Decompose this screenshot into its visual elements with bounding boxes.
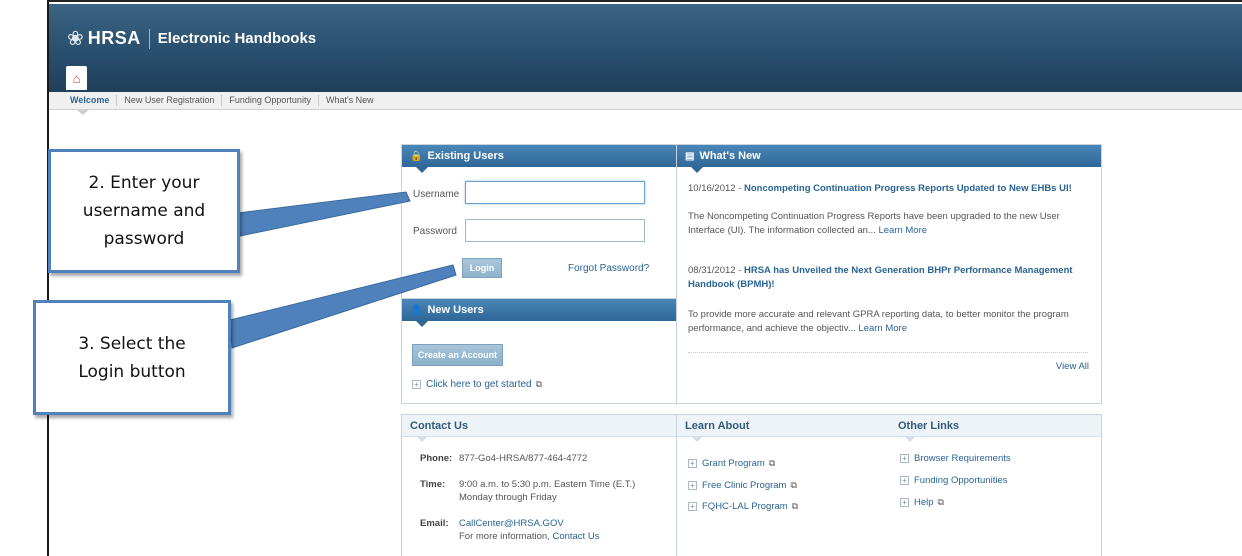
step3-arrow bbox=[229, 264, 457, 349]
step2-line-1: 2. Enter your bbox=[88, 173, 200, 193]
step3-line-2: Login button bbox=[78, 361, 186, 382]
step2-line-2: username and bbox=[82, 201, 206, 221]
callout-arrows bbox=[229, 191, 457, 349]
step3-callout: 3. Select the Login button bbox=[33, 300, 231, 415]
step2-arrow bbox=[237, 191, 411, 237]
step2-callout: 2. Enter your username and password bbox=[48, 149, 240, 273]
step3-line-1: 3. Select the bbox=[78, 333, 186, 354]
step2-line-3: password bbox=[103, 229, 185, 249]
